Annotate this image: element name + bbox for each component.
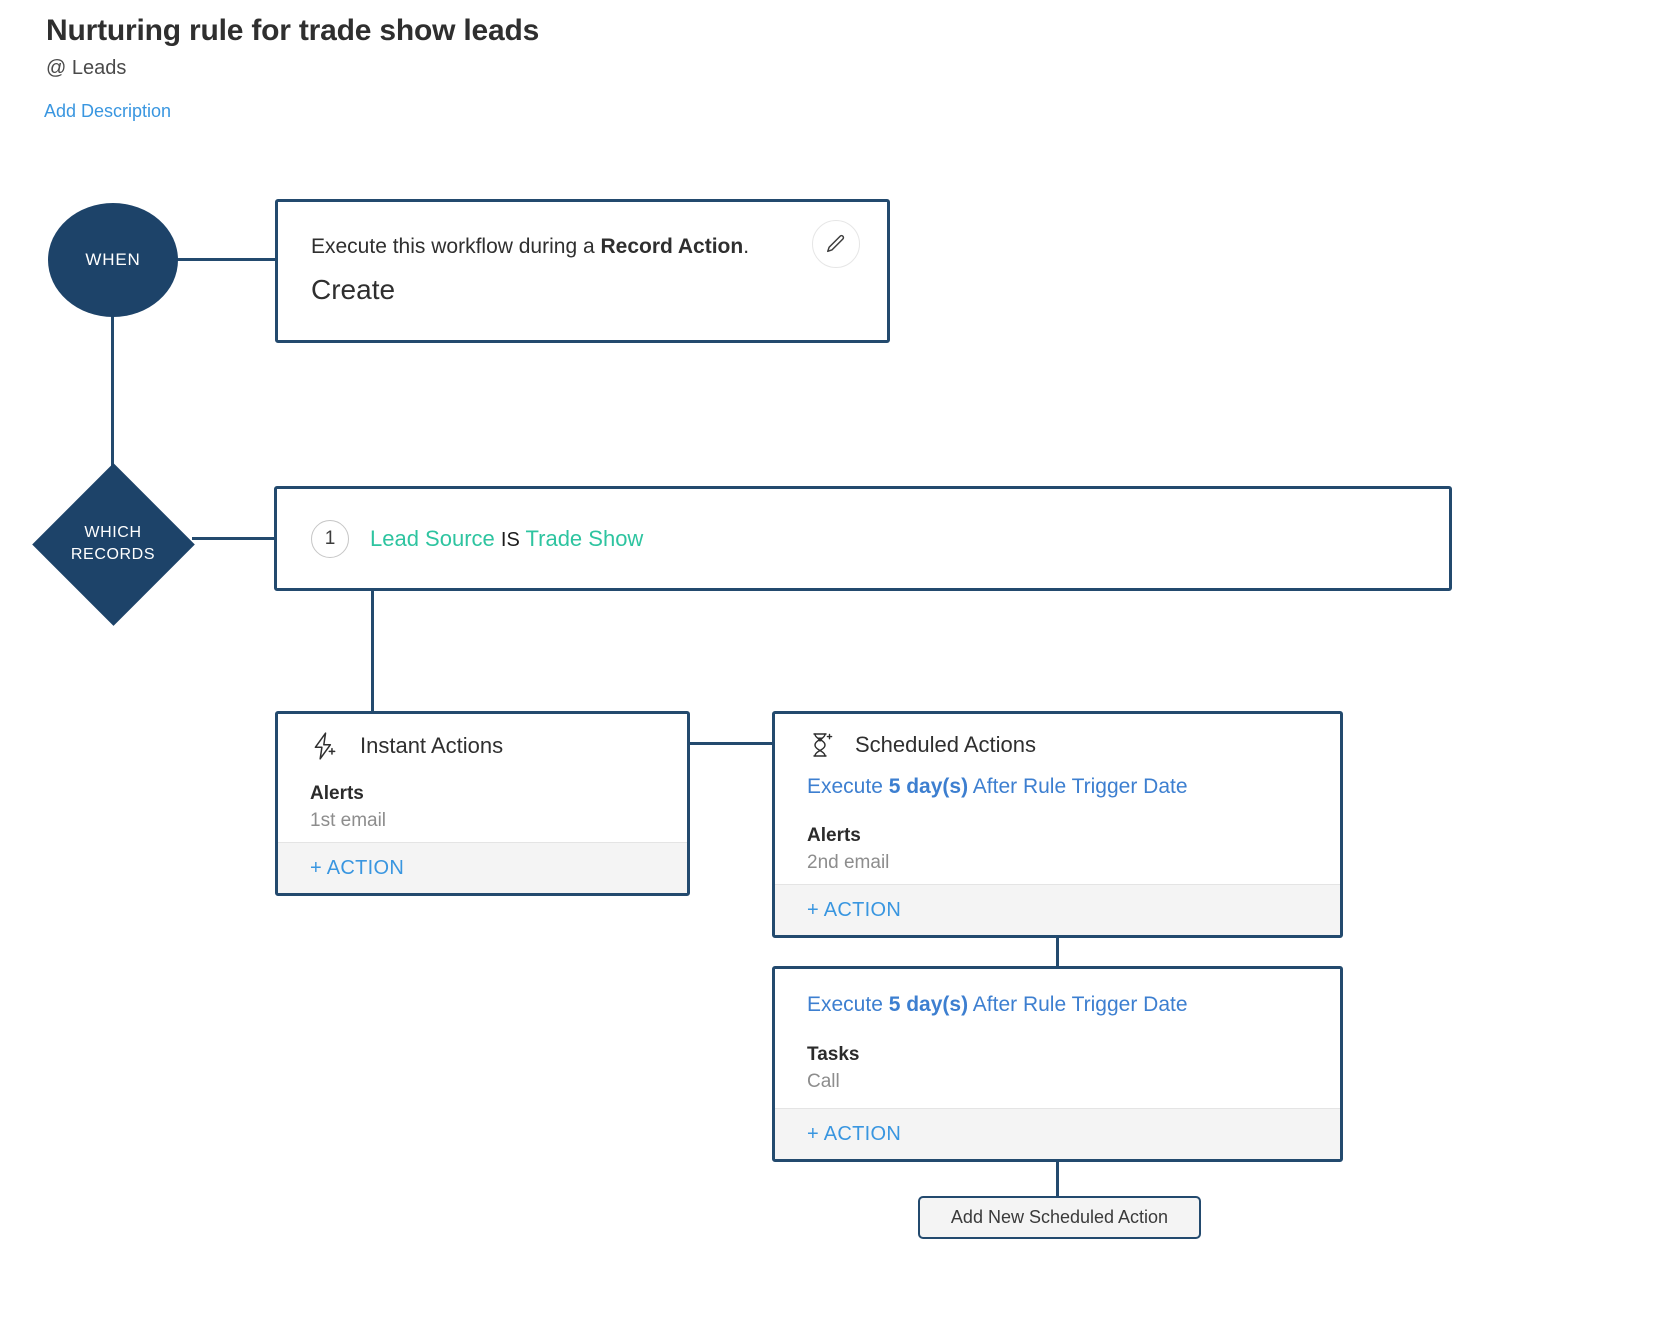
condition-row[interactable]: 1 Lead Source IS Trade Show: [311, 489, 643, 588]
schedule-line[interactable]: Execute 5 day(s) After Rule Trigger Date: [807, 775, 1320, 799]
connector-condition-to-instant-actions: [371, 589, 374, 713]
schedule-delay: 5 day(s): [888, 993, 969, 1016]
scheduled-actions-body: Execute 5 day(s) After Rule Trigger Date…: [807, 775, 1320, 874]
scheduled-actions-title: Scheduled Actions: [855, 732, 1037, 757]
connector-instant-to-scheduled: [688, 742, 775, 745]
instant-actions-header: Instant Actions: [310, 731, 503, 761]
schedule-prefix: Execute: [807, 775, 889, 798]
scheduled-actions-header: Scheduled Actions: [807, 731, 1036, 759]
action-group-title: Alerts: [807, 825, 861, 846]
when-node-label: WHEN: [85, 250, 141, 269]
condition-value[interactable]: Trade Show: [526, 526, 644, 551]
condition-card[interactable]: 1 Lead Source IS Trade Show: [274, 486, 1452, 591]
connector-scheduled-1-to-2: [1056, 936, 1059, 968]
action-group-item[interactable]: 2nd email: [807, 852, 1320, 874]
trigger-sentence: Execute this workflow during a Record Ac…: [311, 235, 749, 259]
scheduled-actions-add-action-button[interactable]: + ACTION: [775, 884, 1340, 935]
schedule-line[interactable]: Execute 5 day(s) After Rule Trigger Date: [807, 993, 1320, 1017]
connector-which-records-to-condition: [192, 537, 277, 540]
trigger-sentence-prefix: Execute this workflow during a: [311, 235, 601, 258]
action-group-item[interactable]: 1st email: [310, 810, 667, 832]
scheduled-actions-card[interactable]: Scheduled Actions Execute 5 day(s) After…: [772, 711, 1343, 938]
trigger-card[interactable]: Execute this workflow during a Record Ac…: [275, 199, 890, 343]
module-label: @ Leads: [46, 57, 127, 79]
page-title: Nurturing rule for trade show leads: [46, 14, 540, 47]
add-new-scheduled-action-button[interactable]: Add New Scheduled Action: [918, 1196, 1201, 1239]
instant-actions-body: Alerts 1st email: [310, 783, 667, 832]
instant-actions-title: Instant Actions: [360, 733, 504, 758]
schedule-suffix: After Rule Trigger Date: [968, 993, 1188, 1016]
trigger-value: Create: [311, 274, 396, 305]
schedule-delay: 5 day(s): [888, 775, 969, 798]
lightning-bolt-plus-icon: [310, 731, 340, 761]
condition-expression[interactable]: Lead Source IS Trade Show: [370, 526, 643, 552]
which-records-label-line2: RECORDS: [70, 546, 156, 563]
action-group-title: Tasks: [807, 1044, 860, 1065]
action-group-title: Alerts: [310, 783, 364, 804]
which-records-node-label: WHICH RECORDS: [32, 463, 194, 625]
condition-field[interactable]: Lead Source: [370, 526, 495, 551]
add-action-label: + ACTION: [807, 898, 902, 921]
action-group-item[interactable]: Call: [807, 1071, 1320, 1093]
which-records-node[interactable]: WHICH RECORDS: [32, 463, 195, 626]
hourglass-plus-icon: [807, 731, 835, 759]
add-action-label: + ACTION: [310, 856, 405, 879]
when-node[interactable]: WHEN: [48, 203, 178, 317]
connector-when-to-which-records: [111, 310, 114, 475]
schedule-suffix: After Rule Trigger Date: [968, 775, 1188, 798]
pencil-icon: [825, 233, 847, 255]
condition-operator[interactable]: IS: [501, 529, 520, 551]
schedule-prefix: Execute: [807, 993, 889, 1016]
condition-index-badge: 1: [311, 519, 349, 558]
edit-trigger-button[interactable]: [812, 220, 860, 268]
which-records-label-line1: WHICH: [84, 524, 142, 542]
connector-scheduled-2-to-add-button: [1056, 1160, 1059, 1198]
instant-actions-add-action-button[interactable]: + ACTION: [278, 842, 687, 893]
scheduled-actions-body-2: Execute 5 day(s) After Rule Trigger Date…: [807, 993, 1320, 1093]
scheduled-actions-2-add-action-button[interactable]: + ACTION: [775, 1108, 1340, 1159]
workflow-builder-canvas: Nurturing rule for trade show leads @ Le…: [0, 0, 1680, 1342]
scheduled-actions-card-2[interactable]: Execute 5 day(s) After Rule Trigger Date…: [772, 966, 1343, 1162]
trigger-sentence-strong: Record Action: [600, 235, 744, 258]
add-description-link[interactable]: Add Description: [44, 101, 171, 122]
trigger-sentence-suffix: .: [743, 235, 750, 258]
instant-actions-card[interactable]: Instant Actions Alerts 1st email + ACTIO…: [275, 711, 690, 896]
connector-when-to-trigger: [176, 258, 277, 261]
add-action-label: + ACTION: [807, 1122, 902, 1145]
